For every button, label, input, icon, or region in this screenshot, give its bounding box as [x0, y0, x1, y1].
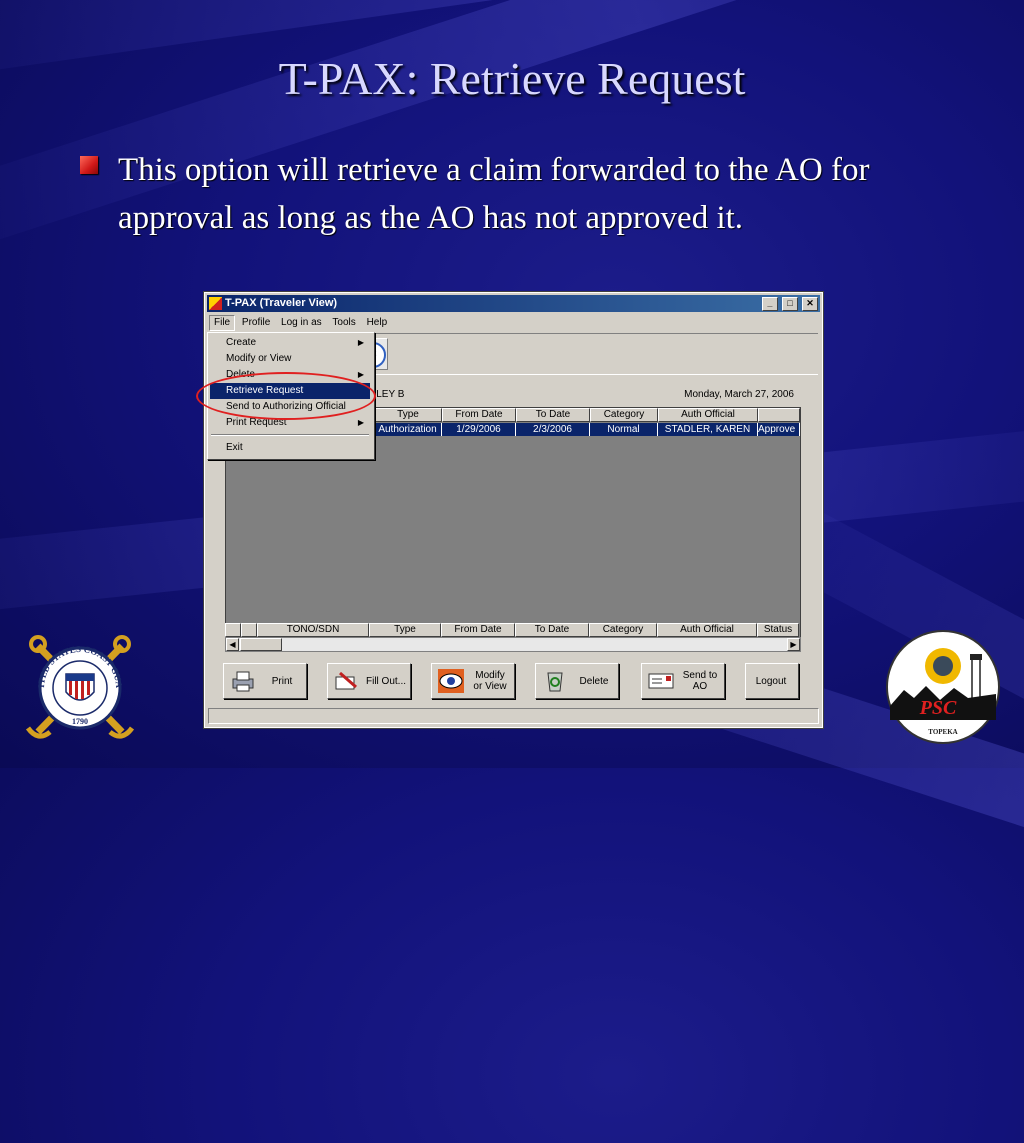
psc-subtitle: Personnel Service Center	[913, 721, 974, 727]
menu-item-label: Exit	[226, 442, 243, 453]
lower-header-blank	[225, 623, 241, 637]
square-bullet-icon	[80, 156, 98, 174]
scroll-left-icon[interactable]: ◀	[226, 638, 239, 651]
menu-tools[interactable]: Tools	[328, 314, 359, 332]
lower-header-type[interactable]: Type	[369, 623, 441, 637]
grid-header-status[interactable]	[758, 408, 800, 422]
maximize-button[interactable]: □	[781, 297, 798, 311]
cell-auth-official: STADLER, KAREN	[658, 423, 758, 436]
lower-header-status[interactable]: Status	[757, 623, 799, 637]
psc-text: PSC	[919, 697, 957, 719]
slide-title: T-PAX: Retrieve Request	[278, 53, 746, 104]
psc-city: TOPEKA	[928, 728, 957, 736]
print-label: Print	[271, 675, 293, 687]
modify-or-view-label: Modify or View	[473, 670, 507, 692]
lower-header-to-date[interactable]: To Date	[515, 623, 589, 637]
lower-header-blank-2	[241, 623, 257, 637]
printer-icon	[232, 671, 254, 692]
send-to-ao-button[interactable]: Send to AO	[641, 663, 725, 699]
lower-header-category[interactable]: Category	[589, 623, 657, 637]
submenu-arrow-icon: ▶	[357, 370, 364, 379]
menu-item-modify-or-view[interactable]: Modify or View	[210, 351, 370, 367]
menu-item-label: Create	[226, 337, 257, 348]
lower-header-from-date[interactable]: From Date	[441, 623, 515, 637]
eye-icon	[438, 669, 464, 693]
send-to-ao-label: Send to AO	[682, 670, 718, 692]
app-icon	[209, 297, 222, 310]
grid-header-category[interactable]: Category	[590, 408, 658, 422]
menu-log-in-as[interactable]: Log in as	[277, 314, 326, 332]
bullet-text: This option will retrieve a claim forwar…	[118, 152, 870, 236]
fill-out-label: Fill Out...	[366, 675, 407, 687]
delete-button[interactable]: Delete	[535, 663, 619, 699]
menu-item-create[interactable]: Create ▶	[210, 335, 370, 351]
coast-guard-seal-logo: UNITED STATES COAST GUARD 1790	[24, 628, 135, 739]
menu-item-label: Modify or View	[226, 353, 292, 364]
logout-button[interactable]: Logout	[745, 663, 799, 699]
cell-type: Authorization	[374, 423, 442, 436]
menu-separator	[211, 434, 369, 436]
cell-from-date: 1/29/2006	[442, 423, 516, 436]
scroll-right-icon[interactable]: ▶	[787, 638, 800, 651]
psc-topeka-logo: PSC Personnel Service Center TOPEKA	[886, 630, 1000, 744]
envelope-icon	[648, 673, 674, 689]
window-title: T-PAX (Traveler View)	[225, 297, 338, 309]
fill-out-button[interactable]: Fill Out...	[327, 663, 411, 699]
menu-item-exit[interactable]: Exit	[210, 440, 370, 456]
minimize-button[interactable]: _	[761, 297, 778, 311]
menu-profile[interactable]: Profile	[238, 314, 274, 332]
logout-label: Logout	[755, 675, 787, 687]
submenu-arrow-icon: ▶	[357, 338, 364, 347]
lower-header-auth-official[interactable]: Auth Official	[657, 623, 757, 637]
delete-label: Delete	[579, 675, 609, 687]
recycle-bin-icon	[547, 672, 563, 692]
close-button[interactable]: ✕	[802, 297, 818, 311]
submenu-arrow-icon: ▶	[357, 418, 364, 427]
menu-bar: File Profile Log in as Tools Help	[205, 314, 822, 332]
grid-header-from-date[interactable]: From Date	[442, 408, 516, 422]
cell-category: Normal	[590, 423, 658, 436]
print-button[interactable]: Print	[223, 663, 307, 699]
lower-grid-header: TONO/SDN Type From Date To Date Category…	[225, 623, 799, 637]
grid-header-auth-official[interactable]: Auth Official	[658, 408, 758, 422]
seal-year: 1790	[72, 717, 88, 726]
scroll-thumb[interactable]	[240, 638, 282, 651]
grid-header-type[interactable]: Type	[374, 408, 442, 422]
current-date: Monday, March 27, 2006	[684, 389, 794, 400]
window-titlebar[interactable]: T-PAX (Traveler View) _ □ ✕	[207, 295, 820, 312]
lower-header-tono-sdn[interactable]: TONO/SDN	[257, 623, 369, 637]
highlight-oval	[196, 372, 376, 420]
pen-form-icon	[335, 671, 357, 690]
menu-file[interactable]: File	[209, 315, 236, 331]
cell-to-date: 2/3/2006	[516, 423, 590, 436]
horizontal-scrollbar[interactable]: ◀ ▶	[225, 637, 801, 652]
modify-or-view-button[interactable]: Modify or View	[431, 663, 515, 699]
grid-header-to-date[interactable]: To Date	[516, 408, 590, 422]
status-bar	[208, 708, 819, 724]
cell-status: Approve	[758, 423, 800, 436]
menu-help[interactable]: Help	[363, 314, 392, 332]
